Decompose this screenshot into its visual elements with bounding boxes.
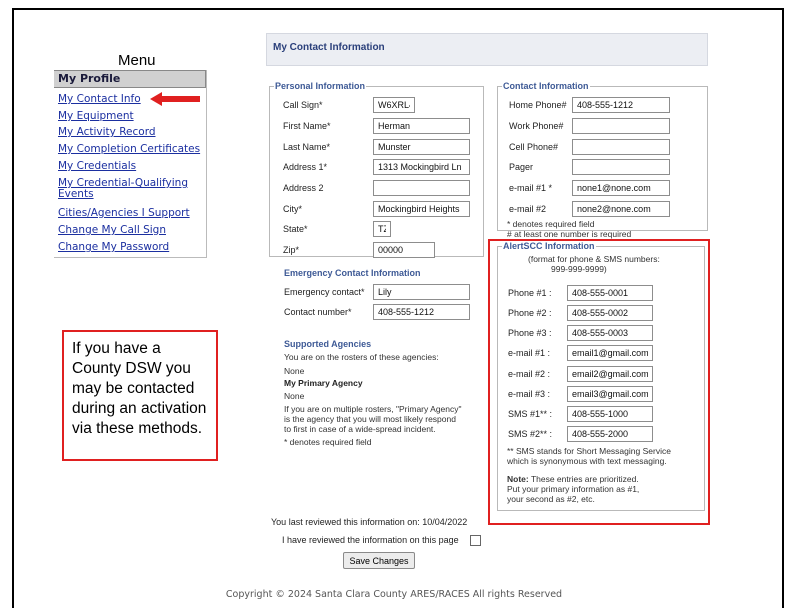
priority-note-line2: Put your primary information as #1,	[507, 484, 640, 494]
alert-email2-label: e-mail #2 :	[508, 369, 551, 379]
menu-item-cities-agencies[interactable]: Cities/Agencies I Support	[58, 207, 190, 219]
first-name-label: First Name*	[283, 121, 331, 131]
alert-sms1-input[interactable]	[567, 406, 653, 422]
alert-phone2-label: Phone #2 :	[508, 308, 552, 318]
menu-item-change-call-sign[interactable]: Change My Call Sign	[58, 224, 166, 236]
priority-note-text: These entries are prioritized.	[528, 474, 639, 484]
contact-number-required-note: # at least one number is required	[507, 229, 632, 239]
alert-phone2-input[interactable]	[567, 305, 653, 321]
alert-sms2-label: SMS #2** :	[508, 429, 553, 439]
home-phone-input[interactable]	[572, 97, 670, 113]
menu-item-activity-record[interactable]: My Activity Record	[58, 126, 156, 138]
email2-label: e-mail #2	[509, 204, 547, 214]
work-phone-label: Work Phone#	[509, 121, 564, 131]
address1-input[interactable]	[373, 159, 470, 175]
email1-input[interactable]	[572, 180, 670, 196]
address1-label: Address 1*	[283, 162, 328, 172]
rosters-value: None	[284, 366, 305, 376]
address2-input[interactable]	[373, 180, 470, 196]
alert-phone1-input[interactable]	[567, 285, 653, 301]
call-sign-label: Call Sign*	[283, 100, 323, 110]
alert-sms2-input[interactable]	[567, 426, 653, 442]
primary-agency-title: My Primary Agency	[284, 378, 363, 388]
contact-number-input[interactable]	[373, 304, 470, 320]
supported-agencies-title: Supported Agencies	[284, 339, 372, 349]
save-changes-button[interactable]: Save Changes	[343, 552, 415, 569]
alert-email3-label: e-mail #3 :	[508, 389, 551, 399]
menu-item-change-password[interactable]: Change My Password	[58, 241, 169, 253]
cell-phone-input[interactable]	[572, 139, 670, 155]
work-phone-input[interactable]	[572, 118, 670, 134]
email2-input[interactable]	[572, 201, 670, 217]
priority-note-label: Note:	[507, 474, 529, 484]
sms-note-line1: ** SMS stands for Short Messaging Servic…	[507, 446, 671, 456]
reviewed-checkbox[interactable]	[470, 535, 481, 546]
menu-caption: Menu	[118, 52, 156, 69]
alert-phone3-label: Phone #3 :	[508, 328, 552, 338]
alertscc-legend: AlertSCC Information	[503, 241, 595, 251]
primary-agency-note-line2: is the agency that you will most likely …	[284, 414, 456, 424]
alert-email3-input[interactable]	[567, 386, 653, 402]
first-name-input[interactable]	[373, 118, 470, 134]
priority-note-line3: your second as #2, etc.	[507, 494, 595, 504]
contact-number-label: Contact number*	[284, 307, 352, 317]
state-input[interactable]	[373, 221, 391, 237]
menu-item-equipment[interactable]: My Equipment	[58, 110, 134, 122]
address2-label: Address 2	[283, 183, 324, 193]
alert-email1-input[interactable]	[567, 345, 653, 361]
city-input[interactable]	[373, 201, 470, 217]
zip-label: Zip*	[283, 245, 300, 255]
required-field-note: * denotes required field	[284, 437, 372, 447]
copyright-footer: Copyright © 2024 Santa Clara County ARES…	[225, 589, 563, 600]
call-sign-input[interactable]	[373, 97, 415, 113]
emergency-contact-title: Emergency Contact Information	[284, 268, 421, 278]
pager-label: Pager	[509, 162, 534, 172]
menu-heading: My Profile	[54, 70, 206, 88]
personal-info-legend: Personal Information	[275, 81, 366, 91]
last-reviewed-text: You last reviewed this information on: 1…	[271, 517, 468, 527]
email1-label: e-mail #1 *	[509, 183, 553, 193]
alert-phone1-label: Phone #1 :	[508, 288, 552, 298]
pager-input[interactable]	[572, 159, 670, 175]
sms-note-line2: which is synonymous with text messaging.	[507, 456, 667, 466]
page-title: My Contact Information	[266, 33, 708, 66]
last-name-input[interactable]	[373, 139, 470, 155]
primary-agency-note-line1: If you are on multiple rosters, "Primary…	[284, 404, 462, 414]
alert-sms1-label: SMS #1** :	[508, 409, 553, 419]
primary-agency-value: None	[284, 391, 305, 401]
menu-item-credential-qualifying-events[interactable]: Events	[58, 188, 94, 200]
red-arrow-icon	[150, 92, 200, 106]
contact-info-legend: Contact Information	[503, 81, 589, 91]
emergency-contact-input[interactable]	[373, 284, 470, 300]
last-name-label: Last Name*	[283, 142, 331, 152]
home-phone-label: Home Phone#	[509, 100, 567, 110]
menu-item-completion-certificates[interactable]: My Completion Certificates	[58, 143, 200, 155]
primary-agency-note-line3: to first in case of a wide-spread incide…	[284, 424, 436, 434]
contact-required-note: * denotes required field	[507, 219, 595, 229]
reviewed-checkbox-label: I have reviewed the information on this …	[282, 535, 459, 545]
callout-note: If you have a County DSW you may be cont…	[62, 330, 218, 461]
rosters-text: You are on the rosters of these agencies…	[284, 352, 439, 362]
alert-email1-label: e-mail #1 :	[508, 348, 551, 358]
alert-phone3-input[interactable]	[567, 325, 653, 341]
menu-item-contact-info[interactable]: My Contact Info	[58, 93, 141, 105]
alert-email2-input[interactable]	[567, 366, 653, 382]
priority-note-line1: Note: These entries are prioritized.	[507, 474, 639, 484]
zip-input[interactable]	[373, 242, 435, 258]
emergency-contact-label: Emergency contact*	[284, 287, 365, 297]
state-label: State*	[283, 224, 308, 234]
city-label: City*	[283, 204, 303, 214]
cell-phone-label: Cell Phone#	[509, 142, 559, 152]
alertscc-format-line2: 999-999-9999)	[551, 264, 607, 274]
alertscc-format-line1: (format for phone & SMS numbers:	[528, 254, 660, 264]
menu-item-credentials[interactable]: My Credentials	[58, 160, 136, 172]
